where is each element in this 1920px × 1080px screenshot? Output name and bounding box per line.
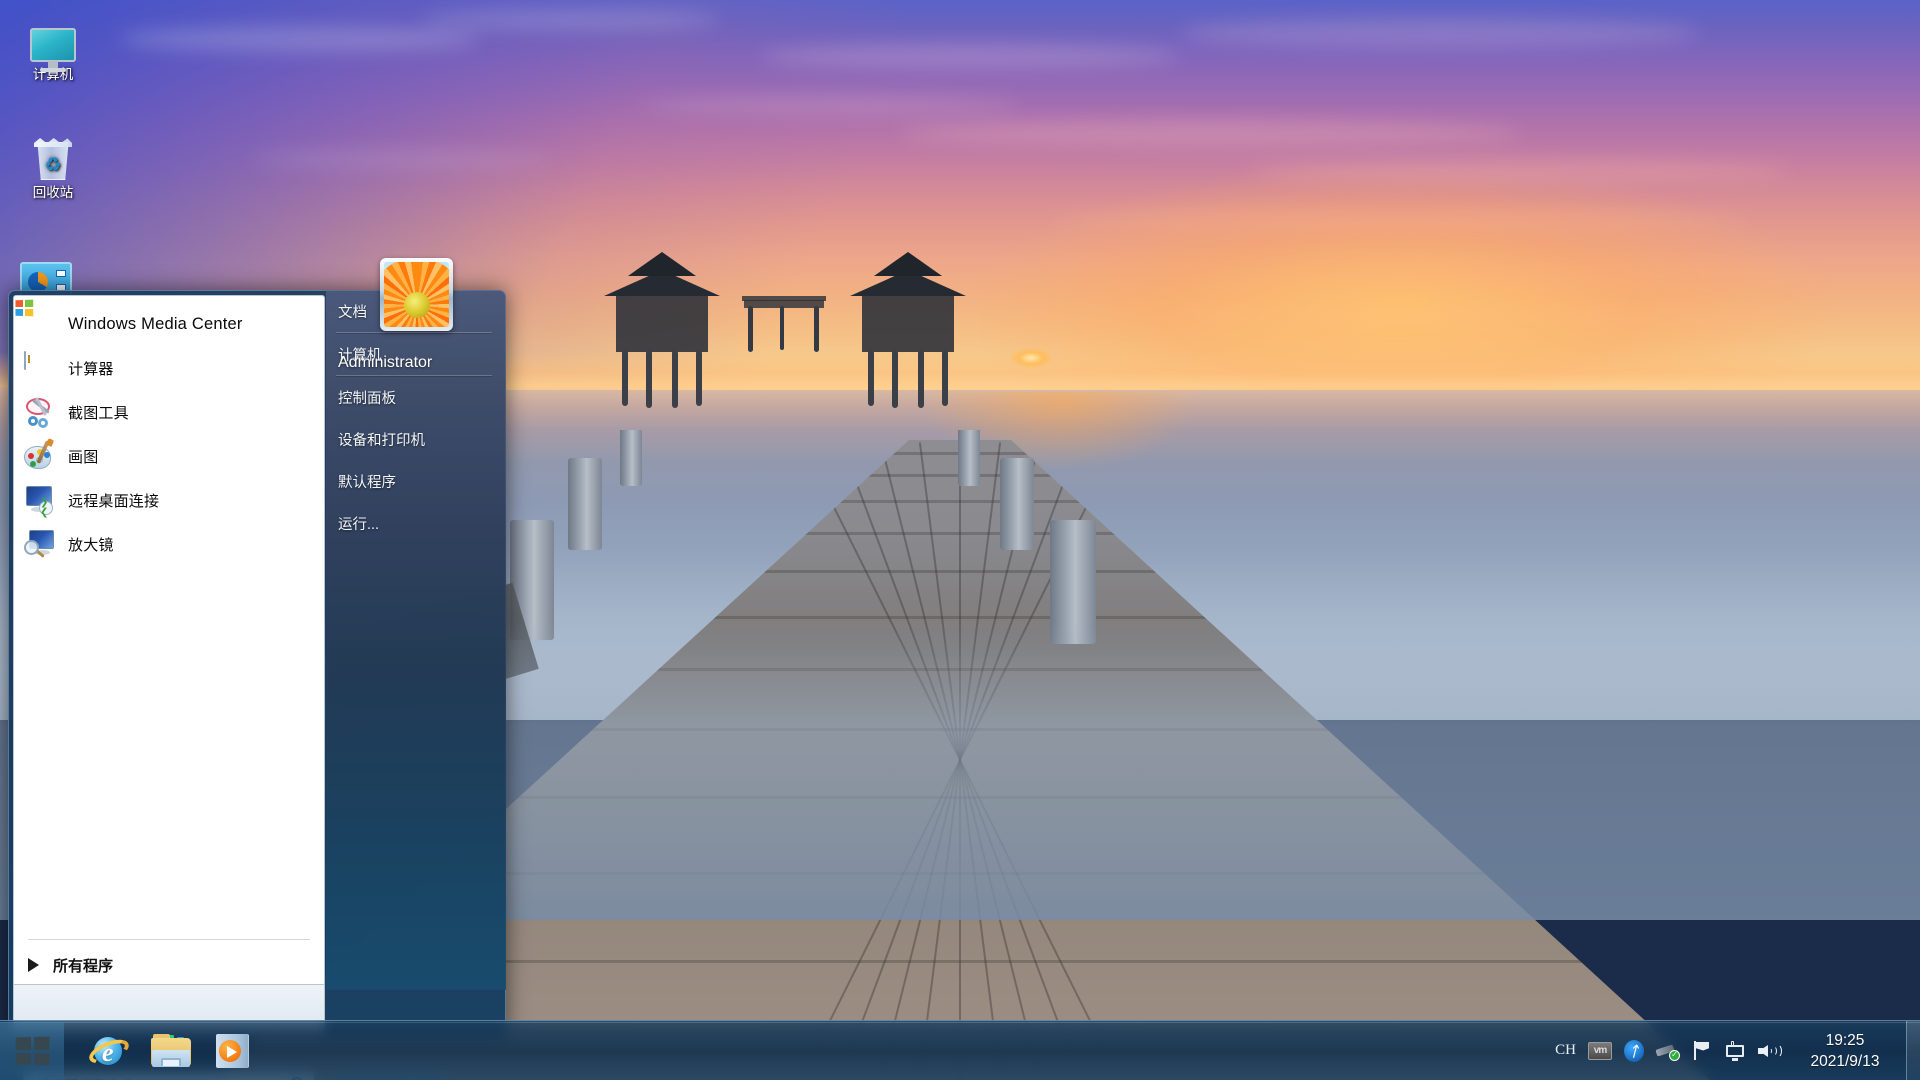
program-label: 截图工具 [68,404,129,422]
network-connected-icon: ✓ [1655,1041,1680,1061]
desktop-icon-computer[interactable]: 计算机 [5,12,101,83]
start-menu-item-devices-and-printers[interactable]: 设备和打印机 [326,418,506,460]
action-center-flag-icon [1692,1040,1712,1061]
windows-start-orb-icon [15,1035,50,1066]
taskbar-internet-explorer[interactable]: e [78,1024,140,1078]
start-menu-item-default-programs[interactable]: 默认程序 [326,460,506,502]
display-device-icon [1724,1040,1746,1061]
wallpaper-sun [1010,348,1052,368]
bluetooth-icon: ᛏ [1624,1039,1644,1062]
tray-volume[interactable] [1752,1021,1788,1080]
menu-item-label: 设备和打印机 [338,432,425,449]
menu-item-label: 文档 [338,304,367,321]
start-menu-program-windows-media-center[interactable]: Windows Media Center [15,299,322,346]
program-label: Windows Media Center [68,314,243,333]
menu-item-label: 控制面板 [338,390,396,407]
volume-speaker-icon [1758,1041,1782,1061]
taskbar: e CH vm ᛏ ✓ 19:25 2021/9/13 [0,1020,1920,1080]
folder-icon [151,1033,191,1068]
chevron-right-icon [28,958,39,972]
show-desktop-button[interactable] [1906,1021,1920,1080]
system-tray: CH vm ᛏ ✓ 19:25 2021/9/13 [1549,1021,1920,1080]
magnifier-icon [24,528,56,560]
orange-daisy-avatar-image [384,262,449,327]
menu-item-label: 运行... [338,516,380,533]
paint-icon [24,438,56,472]
remote-desktop-icon: ❯❮ [24,484,56,518]
tray-vmware[interactable]: vm [1582,1021,1618,1080]
start-menu-item-run[interactable]: 运行... [326,502,506,544]
start-menu-program-calculator[interactable]: 计算器 [16,346,322,390]
taskbar-windows-media-player[interactable] [202,1024,264,1078]
daisy-center [403,291,430,318]
all-programs-label: 所有程序 [53,957,114,975]
program-label: 画图 [68,448,99,466]
user-name-label: Administrator [338,354,433,371]
program-label: 计算器 [68,360,114,378]
internet-explorer-icon: e [85,1032,133,1070]
clock-time: 19:25 [1825,1031,1865,1049]
start-menu-program-remote-desktop-connection[interactable]: ❯❮ 远程桌面连接 [16,478,322,522]
start-menu-user-name[interactable]: Administrator [326,342,506,384]
tray-action-center[interactable] [1686,1021,1718,1080]
clock-date: 2021/9/13 [1810,1052,1880,1070]
program-label: 远程桌面连接 [68,492,160,510]
taskbar-clock[interactable]: 19:25 2021/9/13 [1788,1030,1906,1072]
chart-icon [28,272,48,292]
recycle-bin-icon: ♻ [5,130,101,180]
input-method-label: CH [1555,1042,1576,1058]
start-menu-program-snipping-tool[interactable]: 截图工具 [16,390,322,434]
start-menu-program-paint[interactable]: 画图 [16,434,322,478]
vmware-tray-icon: vm [1588,1041,1612,1060]
program-label: 放大镜 [68,536,114,554]
user-avatar[interactable] [380,258,453,331]
all-programs-button[interactable]: 所有程序 [16,946,322,984]
tray-network[interactable]: ✓ [1650,1021,1686,1080]
start-menu[interactable]: Administrator 文档 计算机 控制面板 设备和打印机 默认程序 运行… [8,258,506,1080]
tray-bluetooth[interactable]: ᛏ [1618,1021,1650,1080]
start-menu-left-panel: Windows Media Center 计算器 截图工具 画图 ❯❮ 远程桌面… [13,295,325,985]
taskbar-windows-explorer[interactable] [140,1024,202,1078]
node-icon [56,270,66,277]
menu-separator [28,939,310,940]
desktop-icon-recycle-bin[interactable]: ♻ 回收站 [5,130,101,201]
computer-monitor-icon [5,12,101,72]
menu-item-label: 默认程序 [338,474,396,491]
snipping-tool-icon [24,396,56,428]
start-menu-right-panel: Administrator 文档 计算机 控制面板 设备和打印机 默认程序 运行… [326,290,506,990]
start-button[interactable] [0,1021,64,1080]
tray-display-device[interactable] [1718,1021,1752,1080]
media-player-icon [214,1032,252,1070]
tray-input-method-indicator[interactable]: CH [1549,1021,1582,1080]
calculator-icon [24,351,56,384]
windows-media-center-icon [15,299,56,340]
desktop-icon-label: 回收站 [32,185,74,200]
start-menu-program-magnifier[interactable]: 放大镜 [16,522,322,566]
taskbar-quick-launch: e [78,1024,264,1078]
